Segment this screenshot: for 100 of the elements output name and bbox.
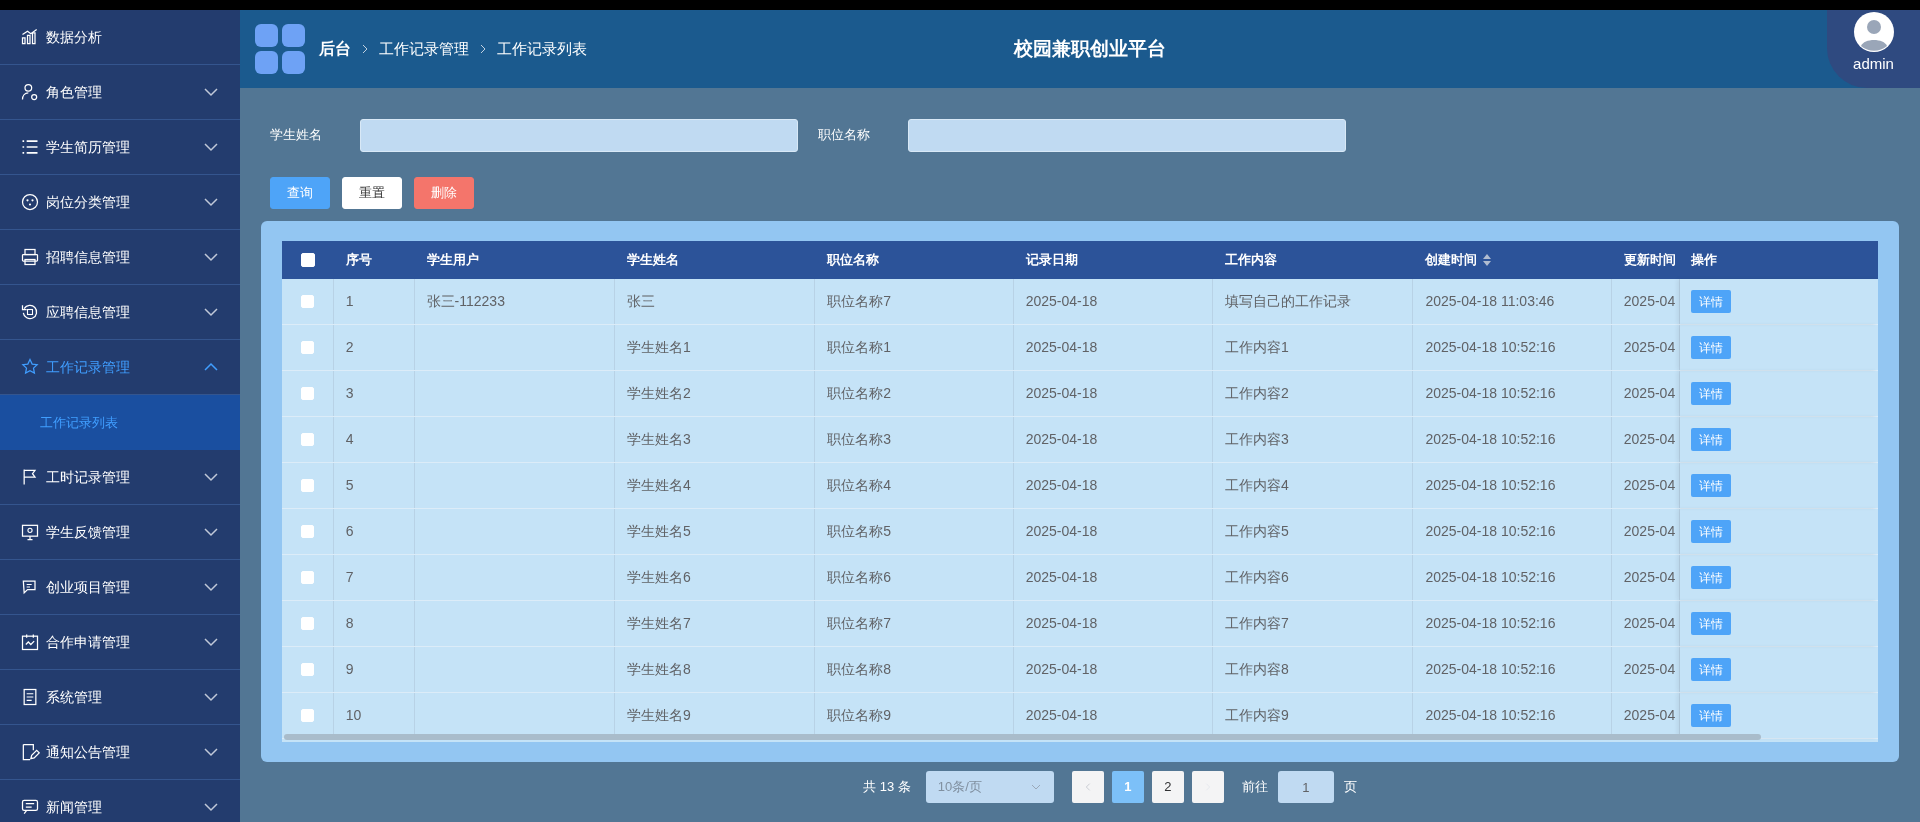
page-button[interactable]: 2 (1151, 771, 1184, 803)
row-checkbox[interactable] (300, 387, 314, 400)
breadcrumb-item[interactable]: 后台 (319, 37, 351, 61)
table-cell-text: 学生姓名3 (626, 430, 691, 449)
table-cell-text: 2025-04 (1623, 522, 1676, 541)
input-field[interactable] (908, 118, 1346, 152)
avatar-icon (1853, 12, 1894, 52)
sidebar-label: 通知公告管理 (46, 742, 131, 762)
table-cell-text: 10 (345, 706, 362, 725)
sidebar-label: 角色管理 (46, 82, 103, 102)
table-cell-text: 职位名称5 (827, 522, 892, 541)
table-cell-text: 2025-04 (1623, 476, 1676, 495)
row-checkbox[interactable] (300, 571, 314, 584)
table-cell-text: 填写自己的工作记录 (1225, 292, 1352, 311)
column-title: 学生姓名 (626, 251, 679, 270)
row-checkbox[interactable] (300, 709, 314, 722)
calendar-icon (20, 632, 40, 652)
sidebar-label: 学生简历管理 (46, 137, 131, 157)
table-cell-text: 工作内容6 (1225, 568, 1289, 587)
row-checkbox[interactable] (300, 479, 314, 492)
printer-icon (20, 247, 40, 267)
table-cell-text: 4 (345, 430, 354, 449)
goto-page-field[interactable]: 1 (1277, 771, 1334, 803)
sort-icon[interactable] (1482, 253, 1493, 267)
table-cell-text: 学生姓名7 (626, 614, 691, 633)
table-cell-text: 2025-04-18 (1025, 706, 1098, 725)
table-cell-text: 工作内容5 (1225, 522, 1289, 541)
row-checkbox[interactable] (300, 341, 314, 354)
username: admin (1853, 54, 1894, 74)
column-title: 更新时间 (1623, 251, 1676, 270)
table-cell-text: 2025-04 (1623, 384, 1676, 403)
table-cell-text: 学生姓名8 (626, 660, 691, 679)
table-cell-text: 2025-04-18 10:52:16 (1425, 614, 1556, 633)
filter-label: 职位名称 (818, 126, 871, 145)
table-cell-text: 职位名称6 (827, 568, 892, 587)
action-button[interactable]: 重置 (342, 177, 402, 209)
sidebar-label: 工作记录管理 (46, 357, 131, 377)
table-cell-text: 学生姓名5 (626, 522, 691, 541)
table-cell-text: 7 (345, 568, 354, 587)
table-cell-text: 2025-04-18 10:52:16 (1425, 660, 1556, 679)
sidebar-label: 学生反馈管理 (46, 522, 131, 542)
table-cell-text: 2025-04 (1623, 568, 1676, 587)
table-cell-text: 2025-04 (1623, 292, 1676, 311)
table-cell-text: 2025-04-18 10:52:16 (1425, 338, 1556, 357)
table-cell-text: 2025-04 (1623, 614, 1676, 633)
next-page-button[interactable] (1191, 771, 1224, 803)
select-all-checkbox[interactable] (300, 253, 315, 267)
table-cell-text: 2 (345, 338, 354, 357)
user-panel[interactable]: admin (1827, 10, 1920, 88)
table-cell-text: 工作内容1 (1225, 338, 1289, 357)
row-checkbox[interactable] (300, 295, 314, 308)
column-title: 学生用户 (426, 251, 479, 270)
row-checkbox[interactable] (300, 617, 314, 630)
table-cell-text: 职位名称9 (827, 706, 892, 725)
table-cell-text: 2025-04-18 (1025, 384, 1098, 403)
table-cell-text: 2025-04-18 (1025, 522, 1098, 541)
table-cell-text: 2025-04 (1623, 706, 1676, 725)
sidebar-label: 数据分析 (46, 27, 103, 47)
monitor-icon (20, 522, 40, 542)
table-cell-text: 工作内容3 (1225, 430, 1289, 449)
table-cell-text: 2025-04-18 10:52:16 (1425, 476, 1556, 495)
input-field[interactable] (360, 118, 798, 152)
app-title: 校园兼职创业平台 (1012, 36, 1167, 61)
horizontal-scrollbar[interactable] (284, 734, 1761, 740)
breadcrumb-item[interactable]: 工作记录管理 (379, 37, 469, 61)
row-checkbox[interactable] (300, 525, 314, 538)
column-title: 操作 (1690, 251, 1717, 270)
table-cell-text: 9 (345, 660, 354, 679)
table-cell-text: 2025-04-18 10:52:16 (1425, 706, 1556, 725)
sidebar-label: 系统管理 (46, 687, 103, 707)
chart-icon (20, 27, 40, 47)
column-title: 工作内容 (1225, 251, 1278, 270)
table-cell-text: 职位名称2 (827, 384, 892, 403)
sidebar-label: 工时记录管理 (46, 467, 131, 487)
user-gear-icon (20, 82, 40, 102)
table-cell-text: 2025-04-18 10:52:16 (1425, 384, 1556, 403)
row-checkbox[interactable] (300, 663, 314, 676)
sidebar-label: 创业项目管理 (46, 577, 131, 597)
column-title: 记录日期 (1025, 251, 1078, 270)
table-cell-text: 职位名称3 (827, 430, 892, 449)
table-cell-text: 2025-04-18 (1025, 338, 1098, 357)
table-cell-text: 张三 (626, 292, 655, 311)
table-cell-text: 2025-04-18 (1025, 292, 1098, 311)
table-cell-text: 2025-04-18 11:03:46 (1425, 292, 1555, 311)
refresh-icon (20, 302, 40, 322)
row-checkbox[interactable] (300, 433, 314, 446)
list-icon (20, 137, 40, 157)
table-cell-text: 学生姓名9 (626, 706, 691, 725)
column-title: 创建时间 (1425, 251, 1478, 270)
table-cell-text: 2025-04-18 (1025, 568, 1098, 587)
table-cell-text: 学生姓名4 (626, 476, 691, 495)
prev-page-button[interactable] (1071, 771, 1104, 803)
app-logo-icon (255, 24, 305, 74)
table-cell-text: 2025-04 (1623, 430, 1676, 449)
table-cell-text: 职位名称7 (827, 292, 892, 311)
table-cell-text: 工作内容8 (1225, 660, 1289, 679)
table-cell-text: 2025-04-18 (1025, 430, 1098, 449)
sidebar-label: 招聘信息管理 (46, 247, 131, 267)
table-cell-text: 8 (345, 614, 354, 633)
sidebar-label: 合作申请管理 (46, 632, 131, 652)
